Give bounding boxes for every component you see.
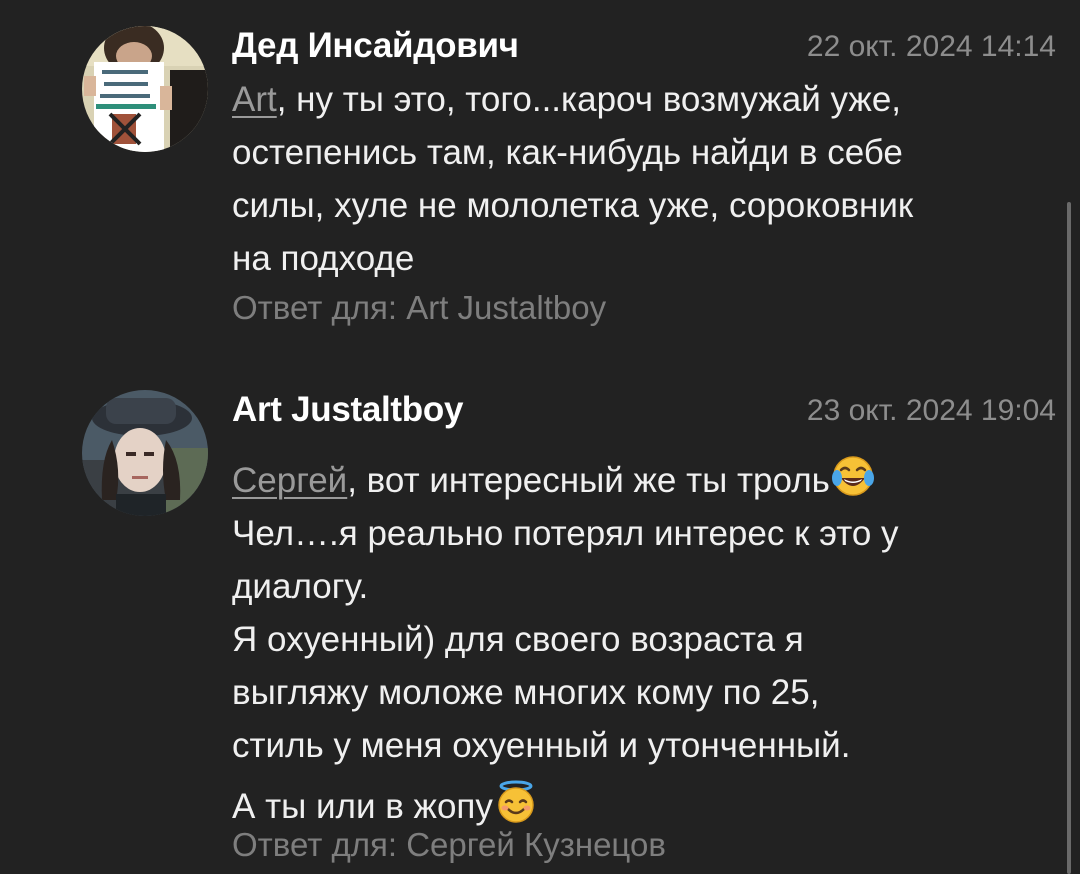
- comment-date: 22 окт. 2024 14:14: [806, 30, 1056, 63]
- avatar[interactable]: [82, 390, 208, 516]
- reply-to-link[interactable]: Ответ для: Сергей Кузнецов: [232, 826, 666, 864]
- comment-text: Сергей, вот интересный же ты троль Чел….…: [232, 454, 1062, 833]
- scrollbar[interactable]: [1067, 202, 1071, 874]
- comment-line: остепенись там, как-нибудь найди в себе: [232, 133, 903, 172]
- comment-author[interactable]: Art Justaltboy: [232, 390, 463, 430]
- comment-line: выгляжу моложе многих кому по 25,: [232, 673, 820, 712]
- face-with-tears-of-joy-icon: [831, 456, 874, 496]
- mention-link[interactable]: Art: [232, 80, 277, 119]
- mention-link[interactable]: Сергей: [232, 461, 347, 500]
- comment-line: на подходе: [232, 239, 415, 278]
- hat-man-photo: [82, 390, 208, 516]
- comment-line: диалогу.: [232, 567, 369, 606]
- comment-date: 23 окт. 2024 19:04: [806, 394, 1056, 427]
- comment-line: стиль у меня охуенный и утонченный.: [232, 726, 851, 765]
- comment-line: Я охуенный) для своего возраста я: [232, 620, 804, 659]
- comment-line: Art, ну ты это, того...кароч возмужай уж…: [232, 80, 902, 119]
- comment-line: Сергей, вот интересный же ты троль: [232, 454, 1062, 507]
- comment-line: силы, хуле не мололетка уже, сороковник: [232, 186, 914, 225]
- comment-text: Art, ну ты это, того...кароч возмужай уж…: [232, 73, 1062, 285]
- protest-sign-photo: [82, 26, 208, 152]
- comment-author[interactable]: Дед Инсайдович: [232, 26, 519, 66]
- reply-to-link[interactable]: Ответ для: Art Justaltboy: [232, 289, 606, 327]
- smiling-face-with-halo-icon: [498, 780, 534, 823]
- avatar[interactable]: [82, 26, 208, 152]
- comment-line: Чел….я реально потерял интерес к это у: [232, 514, 899, 553]
